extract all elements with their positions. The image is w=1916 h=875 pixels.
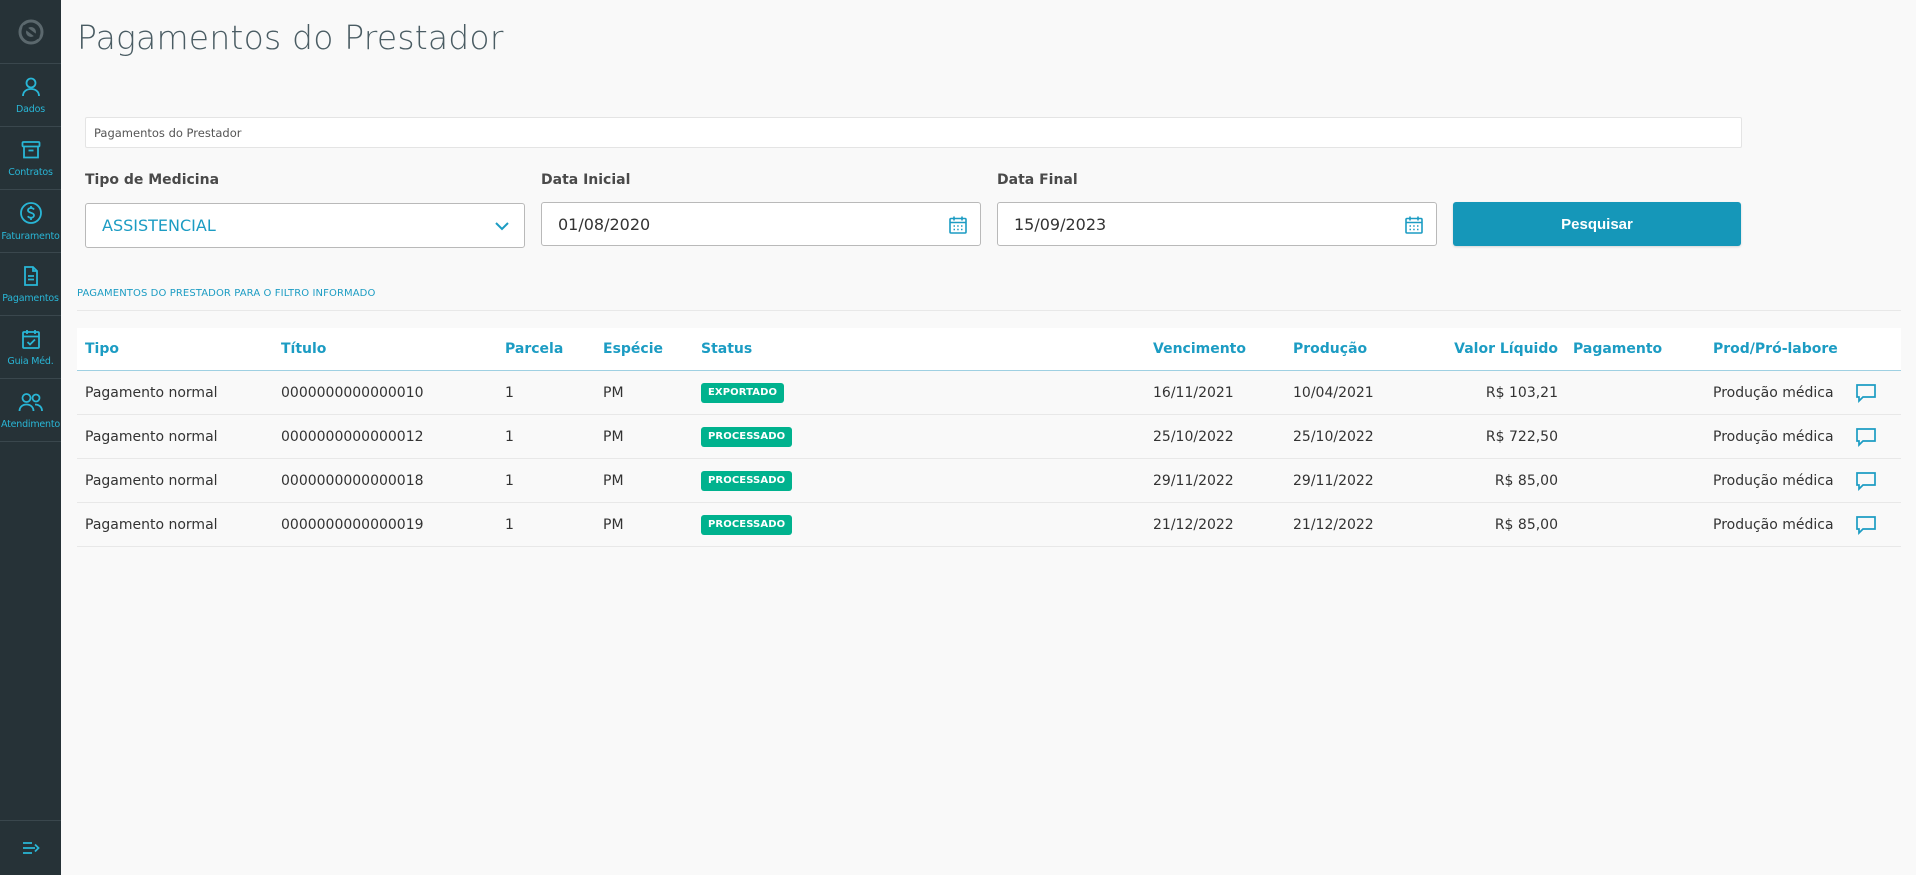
- column-header-vencimento[interactable]: Vencimento: [1153, 341, 1246, 357]
- search-button[interactable]: Pesquisar: [1453, 202, 1741, 246]
- sidebar-item-label: Contratos: [8, 166, 53, 178]
- cell-titulo: 0000000000000012: [281, 429, 424, 445]
- column-header-especie[interactable]: Espécie: [603, 341, 663, 357]
- results-table: Tipo Título Parcela Espécie Status Venci…: [77, 328, 1901, 547]
- cell-vencimento: 29/11/2022: [1153, 473, 1234, 489]
- column-header-pagamento[interactable]: Pagamento: [1573, 341, 1662, 357]
- cell-valor-liquido: R$ 85,00: [1494, 473, 1558, 489]
- cell-especie: PM: [603, 473, 624, 489]
- cell-valor-liquido: R$ 85,00: [1494, 517, 1558, 533]
- chevron-down-icon: [495, 222, 509, 231]
- cell-parcela: 1: [505, 517, 514, 533]
- dollar-icon: [19, 201, 42, 224]
- sidebar-item-atendimento[interactable]: Atendimento: [0, 379, 61, 442]
- column-header-tipo[interactable]: Tipo: [85, 341, 119, 357]
- cell-especie: PM: [603, 385, 624, 401]
- table-row[interactable]: Pagamento normal 0000000000000018 1 PM P…: [77, 459, 1901, 503]
- sidebar-item-contratos[interactable]: Contratos: [0, 127, 61, 190]
- status-badge: EXPORTADO: [701, 383, 785, 403]
- table-row[interactable]: Pagamento normal 0000000000000010 1 PM E…: [77, 371, 1901, 415]
- cell-prod-pro-labore: Produção médica: [1713, 429, 1834, 445]
- menu-collapse-icon: [22, 842, 40, 854]
- chat-icon[interactable]: [1855, 426, 1877, 448]
- cell-titulo: 0000000000000010: [281, 385, 424, 401]
- cell-tipo: Pagamento normal: [85, 385, 218, 401]
- cell-producao: 10/04/2021: [1293, 385, 1374, 401]
- breadcrumb: Pagamentos do Prestador: [85, 117, 1742, 148]
- calendar-check-icon: [21, 329, 40, 349]
- data-final-input[interactable]: 15/09/2023: [997, 202, 1437, 246]
- sidebar-item-pagamentos[interactable]: Pagamentos: [0, 253, 61, 316]
- cell-vencimento: 25/10/2022: [1153, 429, 1234, 445]
- sidebar-item-label: Pagamentos: [2, 292, 59, 304]
- status-badge: PROCESSADO: [701, 515, 793, 535]
- status-badge: PROCESSADO: [701, 427, 793, 447]
- tipo-medicina-select[interactable]: ASSISTENCIAL: [85, 203, 525, 248]
- sidebar-item-label: Faturamento: [1, 230, 60, 242]
- cell-tipo: Pagamento normal: [85, 429, 218, 445]
- cell-titulo: 0000000000000018: [281, 473, 424, 489]
- sidebar-item-dados[interactable]: Dados: [0, 64, 61, 127]
- sidebar-item-label: Guia Méd.: [7, 355, 54, 367]
- user-icon: [21, 77, 40, 96]
- column-header-producao[interactable]: Produção: [1293, 341, 1367, 357]
- column-header-valor-liquido[interactable]: Valor Líquido: [1454, 341, 1558, 357]
- sidebar-item-guia-med[interactable]: Guia Méd.: [0, 316, 61, 379]
- cell-prod-pro-labore: Produção médica: [1713, 517, 1834, 533]
- archive-icon: [21, 140, 40, 158]
- cell-valor-liquido: R$ 722,50: [1485, 429, 1558, 445]
- cell-valor-liquido: R$ 103,21: [1485, 385, 1558, 401]
- sidebar-item-faturamento[interactable]: Faturamento: [0, 190, 61, 253]
- logo-icon: [18, 19, 43, 44]
- sidebar: Dados Contratos Faturamento Pagamentos G…: [0, 0, 61, 875]
- table-header: Tipo Título Parcela Espécie Status Venci…: [77, 328, 1901, 371]
- results-section-title: PAGAMENTOS DO PRESTADOR PARA O FILTRO IN…: [77, 288, 376, 299]
- cell-titulo: 0000000000000019: [281, 517, 424, 533]
- data-final-label: Data Final: [997, 172, 1078, 188]
- calendar-icon[interactable]: [1404, 215, 1424, 235]
- column-header-prod-pro-labore[interactable]: Prod/Pró-labore: [1713, 341, 1838, 357]
- cell-prod-pro-labore: Produção médica: [1713, 385, 1834, 401]
- tipo-medicina-label: Tipo de Medicina: [85, 172, 220, 188]
- document-icon: [23, 265, 38, 286]
- column-header-status[interactable]: Status: [701, 341, 752, 357]
- table-row[interactable]: Pagamento normal 0000000000000012 1 PM P…: [77, 415, 1901, 459]
- status-badge: PROCESSADO: [701, 471, 793, 491]
- sidebar-item-label: Atendimento: [0, 418, 61, 430]
- table-row[interactable]: Pagamento normal 0000000000000019 1 PM P…: [77, 503, 1901, 547]
- data-inicial-label: Data Inicial: [541, 172, 631, 188]
- sidebar-item-label: Dados: [16, 103, 45, 115]
- cell-especie: PM: [603, 517, 624, 533]
- page-title: Pagamentos do Prestador: [77, 18, 504, 57]
- cell-parcela: 1: [505, 385, 514, 401]
- cell-parcela: 1: [505, 429, 514, 445]
- cell-producao: 21/12/2022: [1293, 517, 1374, 533]
- column-header-titulo[interactable]: Título: [281, 341, 326, 357]
- cell-tipo: Pagamento normal: [85, 473, 218, 489]
- data-final-value: 15/09/2023: [1014, 214, 1107, 234]
- calendar-icon[interactable]: [948, 215, 968, 235]
- column-header-parcela[interactable]: Parcela: [505, 341, 563, 357]
- cell-prod-pro-labore: Produção médica: [1713, 473, 1834, 489]
- logo[interactable]: [0, 0, 61, 64]
- chat-icon[interactable]: [1855, 382, 1877, 404]
- data-inicial-input[interactable]: 01/08/2020: [541, 202, 981, 246]
- data-inicial-value: 01/08/2020: [558, 214, 651, 234]
- chat-icon[interactable]: [1855, 514, 1877, 536]
- cell-tipo: Pagamento normal: [85, 517, 218, 533]
- cell-producao: 29/11/2022: [1293, 473, 1374, 489]
- cell-parcela: 1: [505, 473, 514, 489]
- chat-icon[interactable]: [1855, 470, 1877, 492]
- cell-vencimento: 16/11/2021: [1153, 385, 1234, 401]
- breadcrumb-item[interactable]: Pagamentos do Prestador: [94, 126, 241, 140]
- cell-producao: 25/10/2022: [1293, 429, 1374, 445]
- collapse-menu-button[interactable]: [0, 820, 61, 875]
- tipo-medicina-value: ASSISTENCIAL: [102, 216, 216, 235]
- divider: [77, 310, 1901, 311]
- cell-especie: PM: [603, 429, 624, 445]
- users-icon: [18, 392, 43, 411]
- cell-vencimento: 21/12/2022: [1153, 517, 1234, 533]
